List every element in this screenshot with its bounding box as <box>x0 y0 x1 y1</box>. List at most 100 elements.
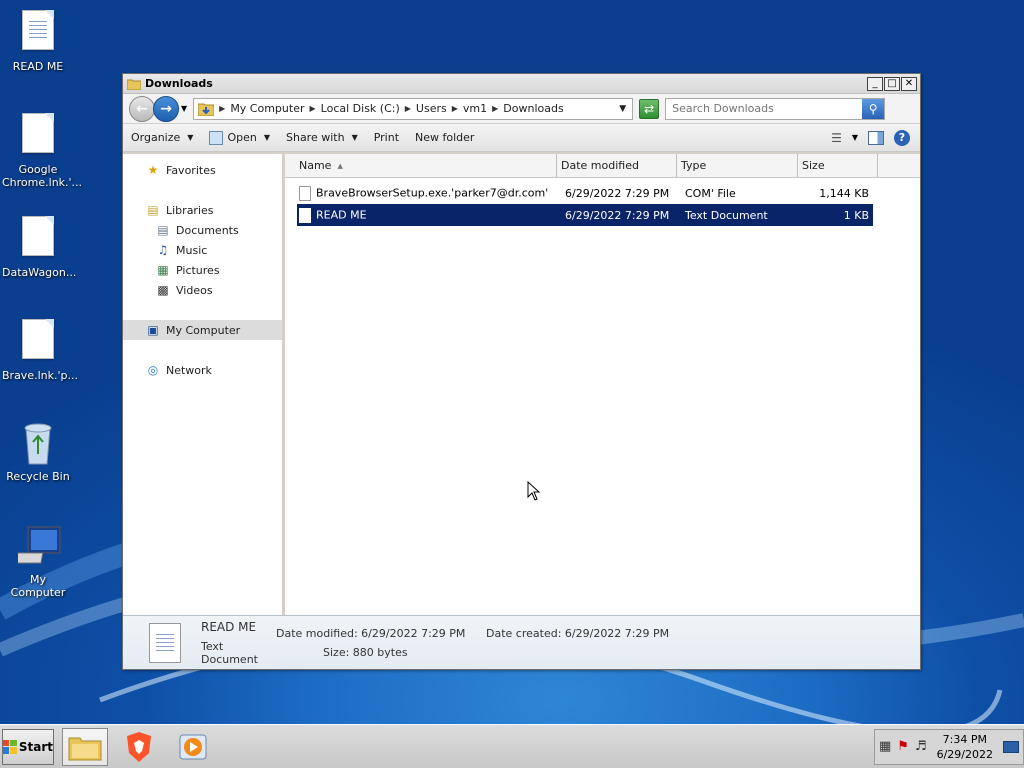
recent-pages-dropdown-icon[interactable]: ▼ <box>181 104 187 113</box>
taskbar-explorer-button[interactable] <box>62 727 108 766</box>
search-input[interactable] <box>672 102 863 115</box>
search-box[interactable]: ⚲ <box>665 97 886 120</box>
chevron-down-icon: ▼ <box>351 133 358 142</box>
new-folder-button[interactable]: New folder <box>415 131 474 144</box>
details-size: 880 bytes <box>352 645 408 659</box>
nav-label: Music <box>176 243 208 257</box>
table-row-selected[interactable]: READ ME 6/29/2022 7:29 PM Text Document … <box>297 204 873 226</box>
address-bar[interactable]: ▶ My Computer ▶ Local Disk (C:) ▶ Users … <box>193 97 634 120</box>
table-row[interactable]: BraveBrowserSetup.exe.'parker7@dr.com' 6… <box>297 182 873 204</box>
search-icon[interactable]: ⚲ <box>862 98 885 119</box>
title-bar[interactable]: Downloads _ □ ✕ <box>123 74 920 94</box>
open-button[interactable]: Open ▼ <box>209 130 270 145</box>
print-button[interactable]: Print <box>374 131 399 144</box>
breadcrumb-local-disk[interactable]: Local Disk (C:) <box>321 102 400 115</box>
desktop-icon-label: Brave.lnk.'p... <box>2 369 78 382</box>
desktop-icon-brave[interactable]: Brave.lnk.'p... <box>2 319 78 382</box>
file-icon <box>299 185 311 201</box>
column-header-empty <box>878 154 920 177</box>
desktop-icon-label: Google Chrome.lnk.'... <box>2 163 83 189</box>
share-with-label: Share with <box>285 131 345 144</box>
desktop-icon-label: My Computer <box>10 573 66 599</box>
column-header-date-modified[interactable]: Date modified <box>557 154 677 177</box>
library-icon: ▤ <box>147 203 159 217</box>
nav-label: My Computer <box>166 323 241 337</box>
taskbar-media-player-button[interactable] <box>170 728 216 766</box>
details-date-created-label: Date created: <box>486 626 562 640</box>
network-tray-icon[interactable]: ▦ <box>879 739 891 754</box>
recycle-bin-icon <box>24 423 52 465</box>
breadcrumb-users[interactable]: Users <box>416 102 447 115</box>
column-header-name[interactable]: Name ▲ <box>285 154 557 177</box>
clock[interactable]: 7:34 PM 6/29/2022 <box>937 732 993 762</box>
desktop-icon-my-computer[interactable]: My Computer <box>2 523 74 599</box>
documents-icon: ▤ <box>157 223 169 237</box>
text-file-icon <box>299 207 311 223</box>
maximize-button[interactable]: □ <box>884 76 900 91</box>
minimize-button[interactable]: _ <box>867 76 883 91</box>
desktop-icon-read-me[interactable]: READ ME <box>2 10 74 73</box>
preview-pane-icon[interactable] <box>868 130 884 145</box>
brave-logo-icon <box>127 731 151 762</box>
desktop-icon-label: READ ME <box>12 60 64 73</box>
nav-item-pictures[interactable]: ▦ Pictures <box>123 260 282 280</box>
file-type: Text Document <box>685 208 768 222</box>
pictures-icon: ▦ <box>157 263 169 277</box>
taskbar-brave-button[interactable] <box>116 728 162 766</box>
computer-icon <box>12 526 61 564</box>
nav-label: Videos <box>176 283 213 297</box>
nav-item-my-computer[interactable]: ▣ My Computer <box>123 320 282 340</box>
organize-label: Organize <box>131 131 181 144</box>
chevron-down-icon: ▼ <box>263 133 270 142</box>
open-label: Open <box>227 131 257 144</box>
start-button[interactable]: Start <box>2 728 54 765</box>
refresh-button[interactable]: ⇄ <box>639 98 660 119</box>
organize-button[interactable]: Organize ▼ <box>131 131 193 144</box>
file-name: READ ME <box>316 208 367 221</box>
show-desktop-icon[interactable] <box>1003 740 1019 753</box>
nav-item-documents[interactable]: ▤ Documents <box>123 220 282 240</box>
column-headers: Name ▲ Date modified Type Size <box>285 154 920 178</box>
nav-item-videos[interactable]: ▩ Videos <box>123 280 282 300</box>
action-center-icon[interactable]: ⚑ <box>897 739 909 754</box>
chevron-down-icon: ▼ <box>187 133 194 142</box>
desktop-icon-label: Recycle Bin <box>6 470 70 483</box>
view-dropdown-icon[interactable]: ▼ <box>852 133 858 142</box>
text-file-icon <box>22 10 54 50</box>
nav-item-music[interactable]: ♫ Music <box>123 240 282 260</box>
folder-icon <box>127 79 141 90</box>
explorer-body: ★ Favorites ▤ Libraries ▤ Documents ♫ Music … <box>123 154 920 615</box>
windows-logo-icon <box>3 739 17 754</box>
desktop-icon-datawagon[interactable]: DataWagon... <box>2 216 76 279</box>
column-header-type[interactable]: Type <box>677 154 798 177</box>
help-icon[interactable]: ? <box>894 129 910 146</box>
file-date: 6/29/2022 7:29 PM <box>565 186 670 200</box>
notepad-icon <box>209 130 224 145</box>
nav-item-libraries[interactable]: ▤ Libraries <box>123 200 282 220</box>
address-dropdown-icon[interactable]: ▼ <box>619 104 626 114</box>
nav-item-network[interactable]: ◎ Network <box>123 360 282 380</box>
forward-button[interactable]: → <box>153 95 179 122</box>
breadcrumb-my-computer[interactable]: My Computer <box>230 102 304 115</box>
close-button[interactable]: ✕ <box>901 76 917 91</box>
nav-item-favorites[interactable]: ★ Favorites <box>123 160 282 180</box>
back-button[interactable]: ← <box>129 95 155 122</box>
file-date: 6/29/2022 7:29 PM <box>565 208 670 222</box>
volume-icon[interactable]: ♬ <box>915 739 927 754</box>
view-options-icon[interactable]: ☰ <box>831 131 842 145</box>
file-type: COM' File <box>685 186 736 200</box>
computer-icon: ▣ <box>147 323 159 337</box>
breadcrumb-vm1[interactable]: vm1 <box>463 102 487 115</box>
column-header-size[interactable]: Size <box>798 154 878 177</box>
file-icon <box>22 319 54 359</box>
details-file-type: Text Document <box>201 639 258 666</box>
desktop-icon-recycle-bin[interactable]: Recycle Bin <box>2 420 74 483</box>
desktop-icon-google-chrome[interactable]: Google Chrome.lnk.'... <box>2 113 83 189</box>
breadcrumb-downloads[interactable]: Downloads <box>503 102 563 115</box>
videos-icon: ▩ <box>157 283 169 297</box>
details-file-name: READ ME <box>201 619 257 634</box>
sort-ascending-icon: ▲ <box>337 161 343 170</box>
back-arrow-icon: ← <box>136 100 148 117</box>
share-with-button[interactable]: Share with ▼ <box>286 131 358 144</box>
details-pane: READ ME Text Document Date modified: 6/2… <box>123 615 920 669</box>
